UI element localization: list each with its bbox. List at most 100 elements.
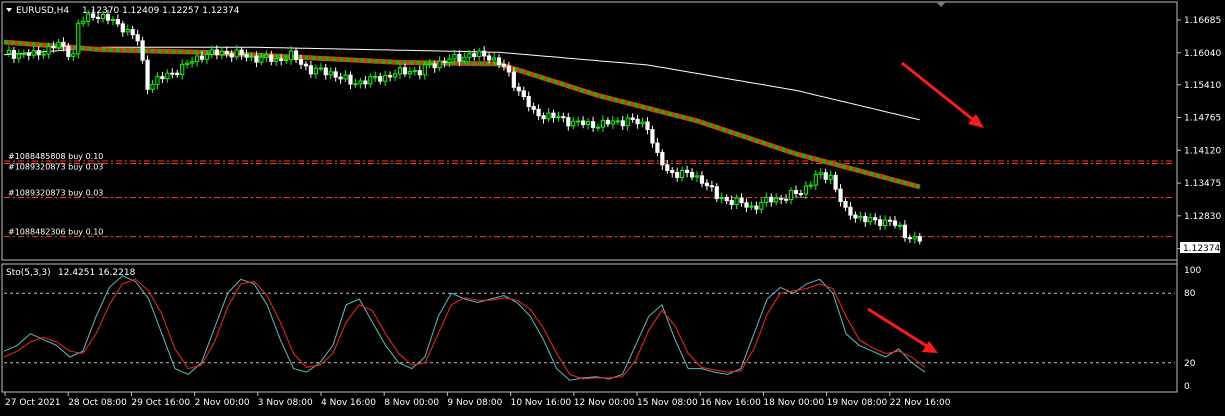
order-label: #1089320873 buy 0.03 (8, 163, 103, 172)
candle-body (467, 53, 472, 58)
candle-body (447, 58, 452, 63)
candle-body (6, 49, 12, 54)
candle-body (274, 58, 279, 62)
candle-body (338, 76, 343, 80)
candle-body (204, 54, 210, 60)
candle-body (392, 73, 398, 78)
candle-body (110, 19, 116, 22)
candle-body (343, 74, 348, 80)
stochastic-tick-label: 0 (1184, 382, 1190, 392)
candle-body (427, 63, 432, 66)
order-label: #1088485808 buy 0.10 (8, 152, 103, 161)
candle-body (729, 200, 734, 206)
symbol-label: EURUSD,H4 (16, 6, 69, 16)
candle-body (496, 57, 502, 65)
candle-body (779, 197, 784, 200)
candle-body (501, 63, 507, 67)
time-tick-label: 12 Nov 00:00 (574, 398, 635, 408)
candle-body (615, 120, 620, 123)
candle-body (432, 63, 437, 69)
candle-body (214, 49, 219, 56)
candle-body (754, 205, 759, 210)
candle-body (477, 50, 482, 58)
candle-body (437, 60, 442, 69)
candle-body (31, 50, 36, 56)
candle-body (11, 49, 17, 59)
candle-body (868, 217, 873, 223)
candle-body (170, 72, 175, 75)
candle-body (26, 53, 31, 56)
candle-body (848, 206, 853, 216)
time-tick-label: 15 Nov 08:00 (637, 398, 698, 408)
candle-body (625, 117, 630, 127)
candle-body (506, 65, 511, 73)
price-tick-label: 1.13475 (1184, 179, 1221, 189)
candle-body (318, 67, 323, 70)
candle-body (378, 76, 383, 82)
candle-body (422, 64, 427, 76)
candle-body (883, 219, 888, 227)
candle-body (709, 185, 714, 188)
candle-body (719, 197, 724, 200)
candle-body (180, 63, 185, 76)
candle-body (853, 214, 858, 219)
candle-body (630, 117, 635, 120)
candle-body (71, 53, 76, 57)
candle-body (165, 72, 170, 80)
candle-body (457, 53, 462, 62)
candle-body (620, 120, 625, 127)
candle-body (175, 72, 180, 76)
candle-body (670, 169, 675, 174)
stochastic-tick-label: 20 (1184, 359, 1196, 369)
candle-body (328, 71, 333, 76)
candle-body (521, 90, 526, 97)
candle-body (590, 121, 596, 128)
candle-body (353, 83, 358, 86)
candle-body (843, 200, 848, 208)
candle-body (685, 169, 690, 173)
candle-body (308, 65, 313, 75)
candle-body (645, 121, 650, 131)
candle-body (229, 53, 234, 58)
candle-body (907, 237, 912, 240)
candle-body (452, 53, 457, 60)
candle-body (46, 45, 51, 55)
candle-body (892, 220, 898, 226)
time-tick-label: 22 Nov 16:00 (890, 398, 951, 408)
time-tick-label: 16 Nov 16:00 (700, 398, 761, 408)
candle-body (41, 53, 46, 56)
time-tick-label: 29 Oct 16:00 (131, 398, 190, 408)
candle-body (650, 129, 655, 144)
candle-body (209, 49, 215, 56)
candle-body (759, 201, 764, 210)
trading-chart[interactable]: #1088485808 buy 0.10 #1089320873 buy 0.03… (0, 0, 1225, 416)
candle-body (546, 112, 551, 120)
candle-body (571, 120, 576, 127)
price-tick-label: 1.15410 (1184, 81, 1221, 91)
candle-body (462, 56, 467, 62)
stochastic-tick-label: 80 (1184, 289, 1196, 299)
candle-body (289, 50, 294, 61)
candle-body (313, 67, 318, 75)
time-tick-label: 27 Oct 2021 (5, 398, 61, 408)
candle-body (828, 174, 833, 180)
candle-body (576, 120, 581, 123)
candle-body (833, 174, 838, 190)
candle-body (160, 76, 165, 80)
candle-body (808, 184, 813, 187)
candle-body (81, 20, 86, 24)
candle-body (491, 57, 497, 61)
candle-body (482, 50, 487, 57)
candle-body (526, 95, 531, 108)
order-label: #1089320873 buy 0.03 (8, 189, 103, 198)
candle-body (76, 22, 81, 55)
candle-body (293, 50, 299, 61)
candle-body (36, 50, 41, 56)
candle-body (194, 55, 200, 63)
candle-body (774, 197, 779, 203)
candle-body (298, 59, 304, 65)
candle-body (561, 116, 566, 119)
candle-body (665, 164, 670, 171)
candle-body (190, 61, 195, 64)
candle-body (61, 41, 66, 47)
